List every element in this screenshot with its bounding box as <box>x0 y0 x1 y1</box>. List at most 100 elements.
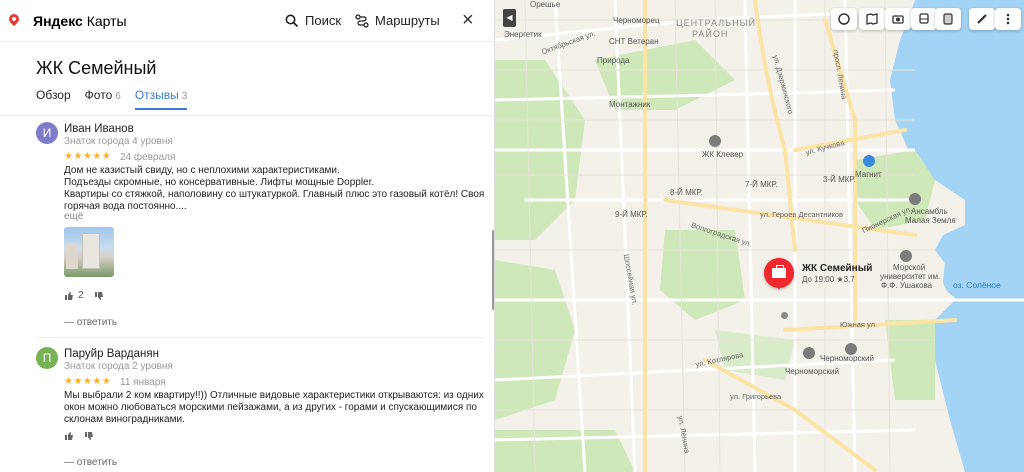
street-label: ул. Григорьева <box>730 392 782 401</box>
route-icon <box>355 13 369 28</box>
layers-icon <box>838 13 850 25</box>
tabs-divider <box>0 115 494 116</box>
marker-hours-rating: До 19:00 ★3,7 <box>802 275 855 284</box>
place-panel: Яндекс Карты Поиск Маршруты × ЖК Семейны… <box>0 0 495 472</box>
avatar[interactable]: П <box>36 347 58 369</box>
reply-link[interactable]: — ответить <box>64 317 117 328</box>
map-label: СНТ Ветеран <box>609 37 659 46</box>
photos-button[interactable] <box>885 8 911 30</box>
ruler-icon <box>977 14 987 24</box>
map-label: ЖК Клевер <box>702 150 744 159</box>
lake-label: оз. Солёное <box>953 280 1001 290</box>
marker-title[interactable]: ЖК Семейный <box>802 263 872 274</box>
map-label: 8-Й МКР. <box>670 188 703 197</box>
panel-header: Яндекс Карты Поиск Маршруты × <box>0 3 494 42</box>
map-label: Магнит <box>855 170 882 179</box>
rating-stars: ★★★★★ <box>64 376 112 387</box>
review-date: 24 февраля <box>120 152 176 163</box>
thumb-up-icon <box>65 291 73 300</box>
map-label: Ансамбль <box>911 207 948 216</box>
close-panel-button[interactable]: × <box>462 10 474 30</box>
review-photo[interactable] <box>64 227 114 277</box>
map-canvas[interactable]: ЦЕНТРАЛЬНЫЙ РАЙОН Орешье Черноморец Энер… <box>495 0 1024 472</box>
rating-stars: ★★★★★ <box>64 151 112 162</box>
map-label: Монтажник <box>609 100 651 109</box>
street-label: ул. Героев Десантников <box>760 210 844 219</box>
search-button[interactable]: Поиск <box>285 13 341 28</box>
like-button[interactable] <box>64 431 74 441</box>
street-label: Южная ул. <box>840 320 878 329</box>
review-divider <box>36 337 484 338</box>
thumb-down-icon <box>94 291 103 300</box>
poi-icon[interactable] <box>845 343 857 355</box>
map-label: университет им. <box>880 272 941 281</box>
yandex-maps-pin-icon <box>6 11 22 27</box>
monument-poi-icon[interactable] <box>909 193 921 205</box>
review-author-level: Знаток города 4 уровня <box>64 136 173 147</box>
search-icon <box>285 14 299 27</box>
routes-label: Маршруты <box>375 13 440 28</box>
yandex-maps-logo[interactable]: Яндекс Карты <box>33 13 127 29</box>
review-text: Дом не казистый свиду, но с неплохими ха… <box>64 165 485 212</box>
avatar[interactable]: И <box>36 122 58 144</box>
traffic-button[interactable] <box>935 8 961 30</box>
traffic-icon <box>943 13 953 25</box>
map-label: 7-Й МКР. <box>745 180 778 189</box>
thumb-down-icon <box>85 432 93 440</box>
tab-reviews[interactable]: Отзывы 3 <box>134 88 188 110</box>
map-label: Черноморский <box>820 354 874 363</box>
shop-poi-icon[interactable] <box>863 155 875 167</box>
thumb-up-icon <box>65 432 73 440</box>
dislike-button[interactable] <box>94 291 104 301</box>
review-text: Мы выбрали 2 ком квартиру!!)) Отличные в… <box>64 390 484 425</box>
map-label: 3-Й МКР. <box>823 175 856 184</box>
tab-photos-count: 6 <box>115 91 121 102</box>
map-graphic <box>495 0 1024 472</box>
routes-button[interactable]: Маршруты <box>355 13 440 28</box>
poi-icon[interactable] <box>709 135 721 147</box>
reply-link[interactable]: — ответить <box>64 457 117 468</box>
layers-button[interactable] <box>831 8 857 30</box>
map-label: Ф.Ф. Ушакова <box>881 281 933 290</box>
map-label: Черноморский <box>785 367 839 376</box>
review-date: 11 января <box>120 377 166 388</box>
panorama-button[interactable] <box>859 8 885 30</box>
collapse-panel-button[interactable]: ◀ <box>503 9 516 27</box>
map-label: ЦЕНТРАЛЬНЫЙ <box>676 18 757 28</box>
map-panorama-icon <box>866 13 878 25</box>
review-actions <box>64 431 94 441</box>
review-author-name[interactable]: Паруйр Варданян <box>64 348 159 360</box>
review-actions: 2 <box>64 290 104 301</box>
bus-icon <box>919 13 929 24</box>
tab-reviews-count: 3 <box>181 91 188 102</box>
university-poi-icon[interactable] <box>900 250 912 262</box>
transport-button[interactable] <box>911 8 937 30</box>
place-tabs: Обзор Фото 6 Отзывы 3 <box>36 88 187 110</box>
map-label: Черноморец <box>613 16 660 25</box>
map-point-icon[interactable] <box>781 312 788 319</box>
tab-overview[interactable]: Обзор <box>36 88 71 110</box>
map-label: Энергетик <box>504 30 542 39</box>
dislike-button[interactable] <box>84 431 94 441</box>
map-label: Орешье <box>530 0 561 9</box>
briefcase-icon <box>772 265 786 278</box>
map-label: Малая Земля <box>905 216 956 225</box>
map-label: РАЙОН <box>692 29 729 39</box>
place-title: ЖК Семейный <box>36 58 157 78</box>
like-button[interactable]: 2 <box>64 290 84 301</box>
map-label: 9-Й МКР. <box>615 210 648 219</box>
place-marker[interactable] <box>764 258 794 290</box>
more-dots-icon <box>1006 13 1010 25</box>
more-tools-button[interactable] <box>995 8 1021 30</box>
camera-icon <box>892 15 904 24</box>
poi-icon[interactable] <box>803 347 815 359</box>
search-label: Поиск <box>305 13 342 28</box>
review-more-link[interactable]: ещё <box>64 211 83 222</box>
map-label: Природа <box>597 56 630 65</box>
like-count: 2 <box>78 290 84 301</box>
map-label: Морской <box>893 263 926 272</box>
tab-photos[interactable]: Фото 6 <box>85 88 121 110</box>
review-author-name[interactable]: Иван Иванов <box>64 123 134 135</box>
review-author-level: Знаток города 2 уровня <box>64 361 173 372</box>
ruler-button[interactable] <box>969 8 995 30</box>
